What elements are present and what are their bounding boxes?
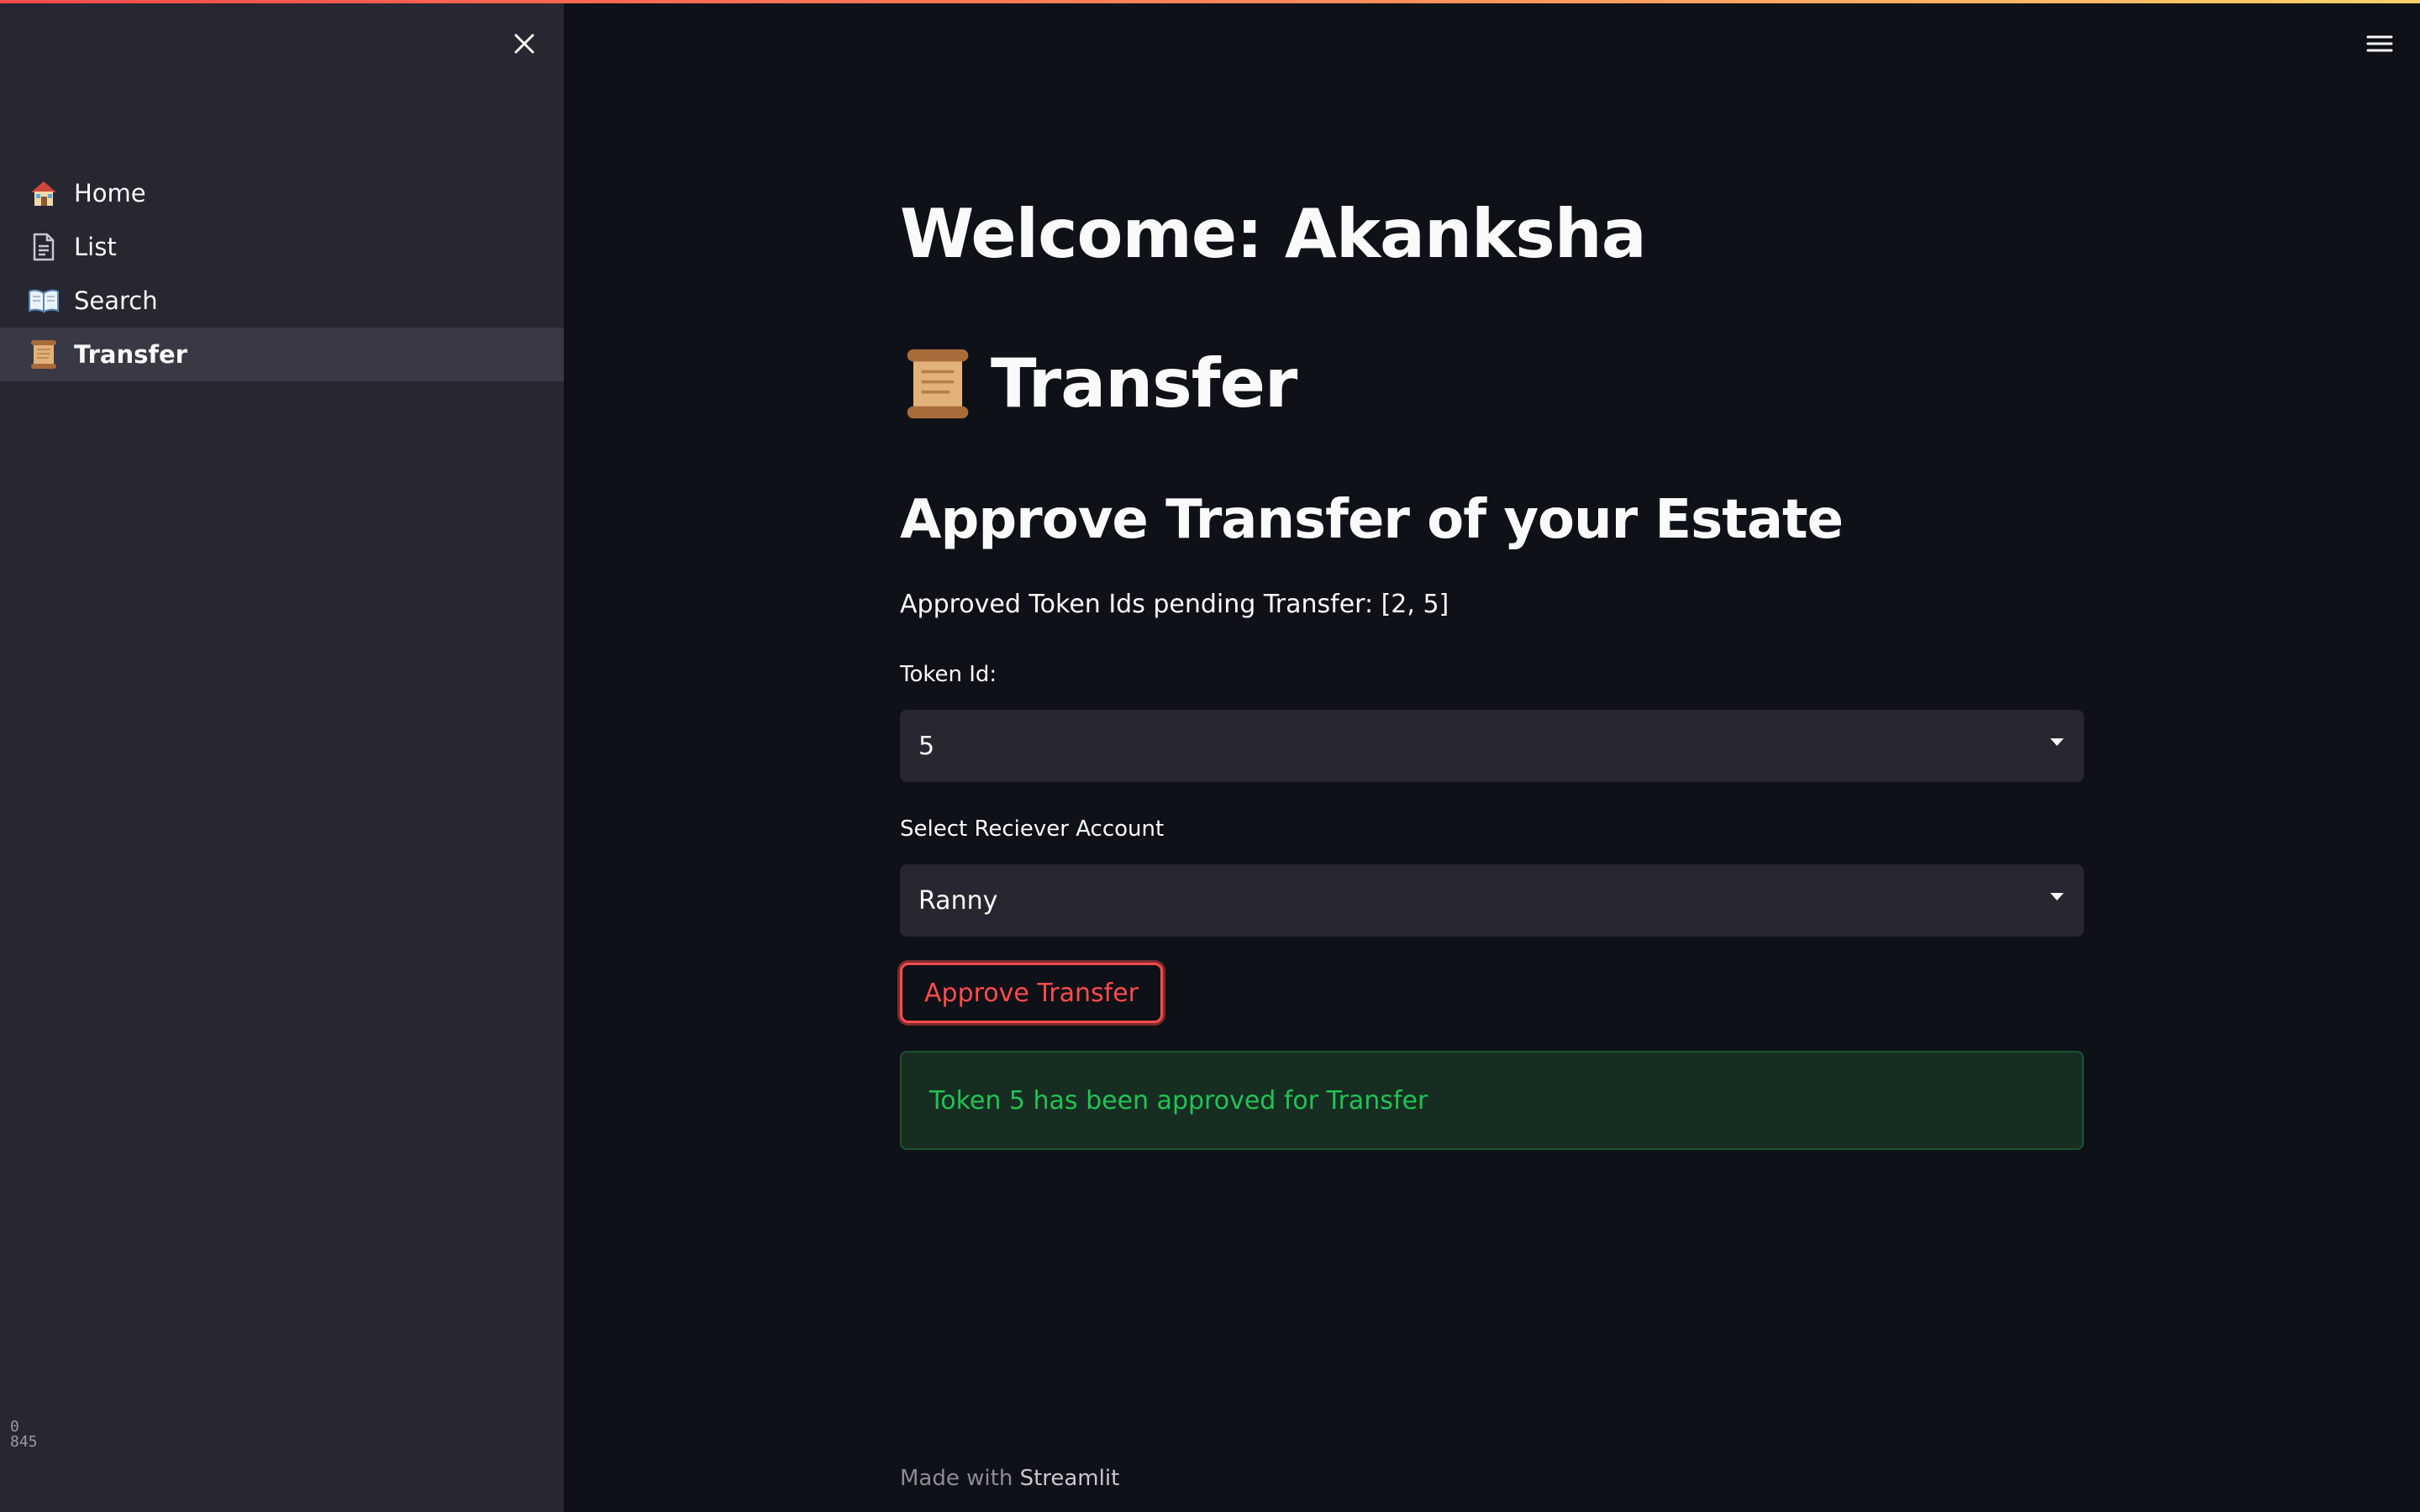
chevron-down-icon (2050, 893, 2064, 900)
sidebar-item-list[interactable]: List (0, 220, 564, 274)
success-message: Token 5 has been approved for Transfer (929, 1085, 1428, 1116)
pending-token-ids: Approved Token Ids pending Transfer: [2,… (900, 590, 1449, 619)
footer-brand-link[interactable]: Streamlit (1020, 1466, 1120, 1491)
sidebar-item-search[interactable]: Search (0, 274, 564, 328)
open-book-icon (27, 284, 60, 318)
page-title: Transfer (900, 344, 1297, 423)
scroll-icon (900, 345, 976, 423)
hamburger-menu-icon (2366, 35, 2393, 52)
token-id-label: Token Id: (900, 662, 997, 687)
sidebar: Home List Search Transfer 0 845 (0, 0, 564, 1512)
approve-transfer-button[interactable]: Approve Transfer (900, 963, 1164, 1023)
sidebar-item-home[interactable]: Home (0, 166, 564, 220)
section-subtitle: Approve Transfer of your Estate (900, 489, 1844, 551)
main-menu-button[interactable] (2360, 25, 2400, 62)
sidebar-item-label: Home (74, 179, 146, 207)
top-decoration-bar (0, 0, 2420, 3)
footer: Made with Streamlit (900, 1466, 1119, 1491)
chevron-down-icon (2050, 738, 2064, 746)
sidebar-nav: Home List Search Transfer (0, 166, 564, 381)
token-id-select[interactable]: 5 (900, 710, 2084, 782)
document-icon (27, 230, 60, 264)
close-icon (514, 34, 534, 54)
sidebar-item-label: Transfer (74, 340, 187, 369)
corner-debug-text: 0 845 (10, 1420, 38, 1450)
footer-prefix: Made with (900, 1466, 1013, 1491)
corner-text-line: 845 (10, 1433, 38, 1451)
welcome-heading: Welcome: Akanksha (900, 195, 1647, 273)
house-icon (27, 176, 60, 210)
sidebar-item-label: Search (74, 286, 158, 315)
scroll-icon (27, 338, 60, 371)
success-alert: Token 5 has been approved for Transfer (900, 1051, 2084, 1150)
receiver-account-select[interactable]: Ranny (900, 864, 2084, 937)
sidebar-close-button[interactable] (504, 25, 544, 62)
token-id-value: 5 (918, 731, 935, 761)
receiver-account-label: Select Reciever Account (900, 816, 1165, 842)
page-title-text: Transfer (991, 344, 1297, 423)
receiver-account-value: Ranny (918, 885, 998, 916)
sidebar-item-transfer[interactable]: Transfer (0, 328, 564, 381)
sidebar-item-label: List (74, 233, 117, 261)
main-content: Welcome: Akanksha Transfer Approve Trans… (900, 0, 2084, 1512)
